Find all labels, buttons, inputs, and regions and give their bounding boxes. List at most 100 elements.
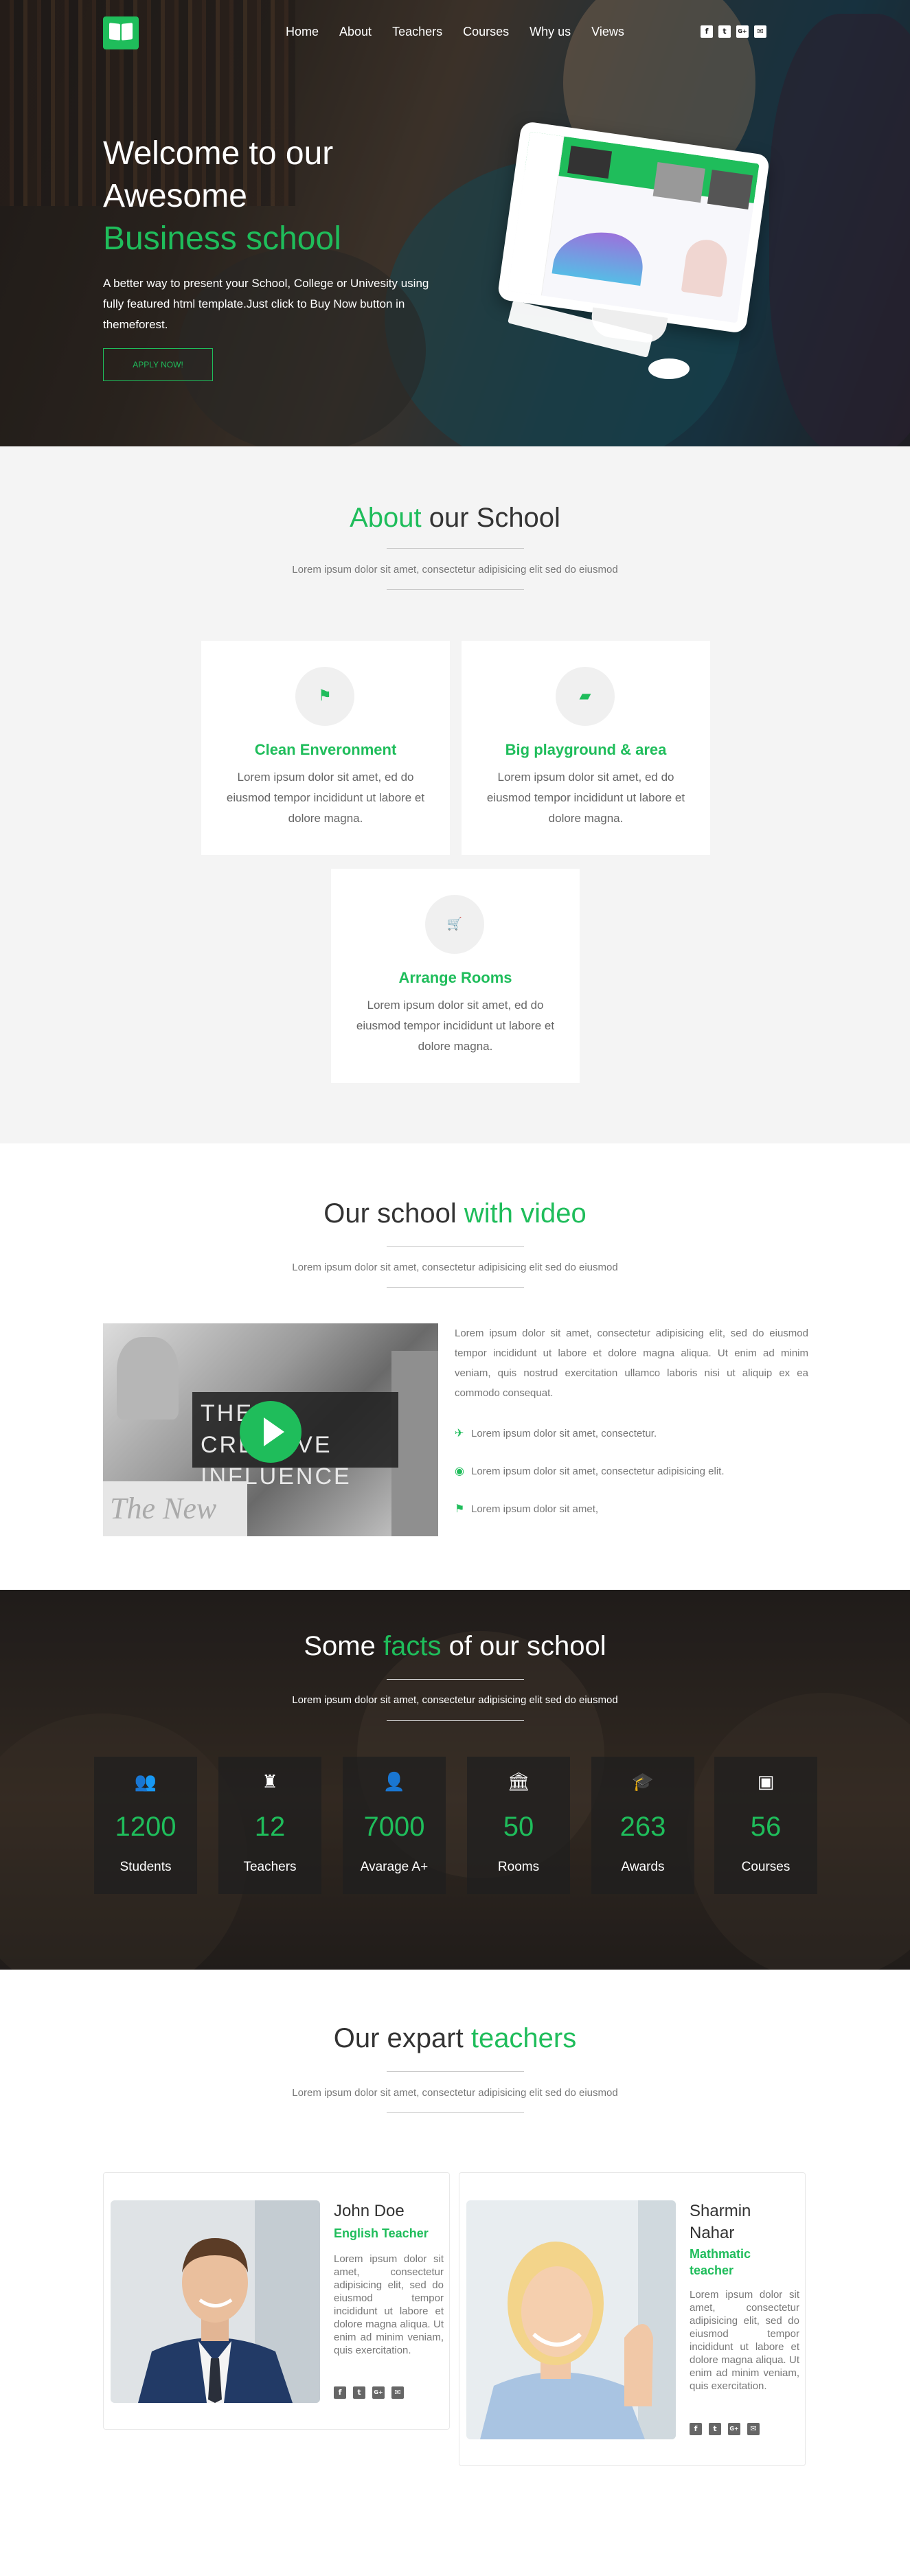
feature-text: Lorem ipsum dolor sit amet, ed do eiusmo…: [226, 771, 425, 825]
stat-box: 🏛 50 Rooms: [467, 1757, 570, 1894]
feature-title: Big playground & area: [505, 741, 667, 758]
stat-number: 7000: [363, 1812, 425, 1842]
feature-text: Lorem ipsum dolor sit amet, ed do eiusmo…: [486, 771, 685, 825]
facts-title: Some facts of our school: [304, 1631, 606, 1661]
feature-card: 🛒 Arrange Rooms Lorem ipsum dolor sit am…: [331, 869, 580, 1083]
feature-title: Arrange Rooms: [398, 969, 512, 986]
nav-views[interactable]: Views: [591, 25, 624, 39]
google-plus-icon[interactable]: G+: [728, 2423, 740, 2435]
teacher-bio: Lorem ipsum dolor sit amet, consectetur …: [334, 2253, 444, 2356]
envelope-icon[interactable]: ✉: [747, 2423, 760, 2435]
facts-section: Some facts of our school Lorem ipsum dol…: [0, 1590, 910, 1970]
stat-box: 👤 7000 Avarage A+: [343, 1757, 446, 1894]
hero-title: Welcome to our Awesome Business school: [103, 135, 341, 257]
building-icon: 🏛: [507, 1772, 530, 1792]
stat-label: Teachers: [243, 1860, 297, 1874]
stat-box: 👥 1200 Students: [94, 1757, 197, 1894]
stat-label: Awards: [621, 1860, 665, 1874]
stat-number: 12: [254, 1812, 286, 1842]
facts-subtitle: Lorem ipsum dolor sit amet, consectetur …: [292, 1694, 618, 1706]
facebook-icon[interactable]: f: [334, 2386, 346, 2399]
divider: [387, 1720, 524, 1721]
briefcase-icon: ▣: [757, 1772, 775, 1792]
users-icon: 👥: [134, 1772, 157, 1792]
envelope-icon[interactable]: ✉: [754, 25, 766, 38]
about-title: About our School: [350, 503, 560, 533]
teachers-title: Our expart teachers: [333, 2023, 577, 2053]
nav-teachers[interactable]: Teachers: [392, 25, 442, 39]
teacher-role: Mathmatic teacher: [690, 2247, 751, 2277]
stat-label: Students: [120, 1860, 172, 1874]
facebook-icon[interactable]: f: [690, 2423, 702, 2435]
hero-section: Home About Teachers Courses Why us Views…: [0, 0, 910, 446]
nav-courses[interactable]: Courses: [463, 25, 509, 39]
main-menu: Home About Teachers Courses Why us Views: [286, 25, 645, 39]
flag-icon: ⚑: [318, 687, 332, 705]
teacher-name: John Doe: [334, 2202, 405, 2220]
stat-label: Rooms: [497, 1860, 540, 1874]
teacher-photo: [111, 2200, 320, 2403]
twitter-icon[interactable]: t: [709, 2423, 721, 2435]
list-item: ◉ Lorem ipsum dolor sit amet, consectetur…: [455, 1464, 725, 1477]
stat-number: 50: [503, 1812, 534, 1842]
feature-text: Lorem ipsum dolor sit amet, ed do eiusmo…: [356, 999, 555, 1053]
nav-about[interactable]: About: [339, 25, 372, 39]
twitter-icon[interactable]: t: [718, 25, 731, 38]
apply-now-button[interactable]: APPLY NOW!: [103, 348, 213, 381]
hero-description: A better way to present your School, Col…: [103, 277, 429, 331]
envelope-icon[interactable]: ✉: [391, 2386, 404, 2399]
divider: [387, 2112, 524, 2113]
teacher-card: Sharmin Nahar Mathmatic teacher Lorem ip…: [459, 2172, 806, 2466]
google-plus-icon[interactable]: G+: [736, 25, 749, 38]
teacher-social: f t G+ ✉: [334, 2386, 404, 2399]
list-item: ⚑ Lorem ipsum dolor sit amet,: [455, 1502, 599, 1515]
teacher-name: Sharmin Nahar: [690, 2202, 751, 2242]
about-section: About our School Lorem ipsum dolor sit a…: [0, 446, 910, 1143]
teacher-photo: [466, 2200, 676, 2439]
feature-card: ▰ Big playground & area Lorem ipsum dolo…: [462, 641, 710, 855]
about-subtitle: Lorem ipsum dolor sit amet, consectetur …: [292, 564, 618, 575]
divider: [387, 1287, 524, 1288]
stat-box: ♜ 12 Teachers: [218, 1757, 321, 1894]
video-subtitle: Lorem ipsum dolor sit amet, consectetur …: [292, 1262, 618, 1273]
video-paragraph: Lorem ipsum dolor sit amet, consectetur …: [455, 1327, 808, 1399]
divider: [387, 589, 524, 590]
play-button-icon[interactable]: [240, 1401, 302, 1463]
flag-icon: ⚑: [455, 1502, 465, 1515]
mouse-image: [648, 358, 690, 379]
teacher-role: English Teacher: [334, 2226, 429, 2240]
book-logo-icon[interactable]: [103, 16, 139, 49]
stat-box: 🎓 263 Awards: [591, 1757, 694, 1894]
stat-number: 56: [750, 1812, 782, 1842]
divider: [387, 2071, 524, 2072]
folder-open-icon: ▰: [579, 687, 591, 705]
graduation-cap-icon: 🎓: [631, 1772, 655, 1792]
teacher-social: f t G+ ✉: [690, 2423, 760, 2435]
stat-label: Avarage A+: [360, 1860, 429, 1874]
twitter-icon[interactable]: t: [353, 2386, 365, 2399]
google-plus-icon[interactable]: G+: [372, 2386, 385, 2399]
stat-box: ▣ 56 Courses: [714, 1757, 817, 1894]
stat-number: 1200: [115, 1812, 177, 1842]
teacher-card: John Doe English Teacher Lorem ipsum dol…: [103, 2172, 450, 2430]
nav-why-us[interactable]: Why us: [530, 25, 571, 39]
stat-number: 263: [619, 1812, 666, 1842]
divider: [387, 1246, 524, 1247]
stat-label: Courses: [741, 1860, 790, 1874]
video-thumbnail[interactable]: THE CREATIVE INFLUENCE The New: [103, 1323, 438, 1536]
facebook-icon[interactable]: f: [701, 25, 713, 38]
video-section: Our school with video Lorem ipsum dolor …: [0, 1143, 910, 1590]
shopping-cart-icon: 🛒: [446, 917, 463, 931]
teacher-bio: Lorem ipsum dolor sit amet, consectetur …: [690, 2289, 799, 2392]
satellite-dish-icon: ✈: [455, 1426, 464, 1439]
teachers-subtitle: Lorem ipsum dolor sit amet, consectetur …: [292, 2087, 618, 2099]
top-navbar: Home About Teachers Courses Why us Views…: [0, 0, 910, 66]
nav-home[interactable]: Home: [286, 25, 319, 39]
video-title: Our school with video: [323, 1198, 587, 1229]
dashboard-monitor-image: [497, 120, 771, 334]
newspaper-text: The New: [103, 1481, 247, 1536]
divider: [387, 548, 524, 549]
teacher-icon: ♜: [262, 1772, 278, 1792]
user-plus-icon: 👤: [383, 1772, 406, 1792]
divider: [387, 1679, 524, 1680]
